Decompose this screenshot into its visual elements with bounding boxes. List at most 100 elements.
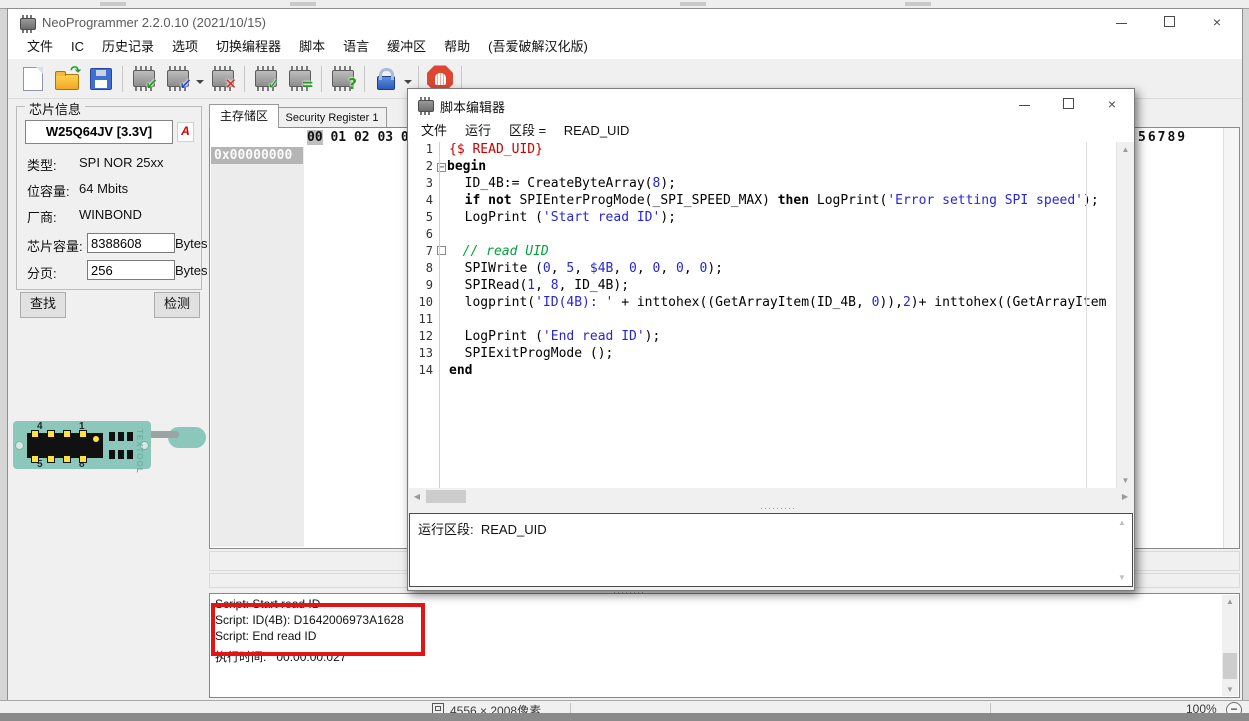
close-button[interactable]: × xyxy=(1197,10,1237,34)
read-chip-button[interactable]: ↙ xyxy=(127,63,161,95)
socket-slot xyxy=(109,432,115,441)
menu-item-3[interactable]: 选项 xyxy=(163,35,207,59)
minimize-button[interactable] xyxy=(1004,92,1044,116)
new-file-button[interactable] xyxy=(16,63,50,95)
scroll-left-icon[interactable]: ◀ xyxy=(411,492,423,501)
code-lines: 1{$ READ_UID}2−begin3 ID_4B:= CreateByte… xyxy=(409,142,1116,380)
menu-item-7[interactable]: 缓冲区 xyxy=(378,35,435,59)
toolbar-separator xyxy=(244,66,245,92)
scroll-up-icon[interactable]: ▲ xyxy=(1222,597,1238,606)
script-editor-title: 脚本编辑器 xyxy=(440,97,505,116)
screen: NeoProgrammer 2.2.0.10 (2021/10/15) × 文件… xyxy=(0,0,1249,721)
compare-chip-button[interactable]: = xyxy=(283,63,317,95)
code-text: SPIRead(1, 8, ID_4B); xyxy=(449,278,629,293)
run-output-panel[interactable]: 运行区段: READ_UID ▲ ▼ xyxy=(409,513,1133,587)
page-unit: Bytes xyxy=(175,263,208,278)
tab-main-memory[interactable]: 主存储区 xyxy=(209,104,279,128)
chip-pin xyxy=(63,455,71,463)
editor-menu-item-2[interactable]: 区段 = xyxy=(500,119,555,142)
socket-slot xyxy=(127,450,133,459)
hex-column-00: 00 xyxy=(307,130,323,145)
code-vertical-scrollbar[interactable]: ▲ ▼ xyxy=(1116,142,1134,488)
tab-security-register-1[interactable]: Security Register 1 xyxy=(277,107,387,128)
editor-splitter-grip[interactable]: ········· xyxy=(760,503,796,513)
verify-chip-button[interactable]: ✓ xyxy=(249,63,283,95)
menu-item-8[interactable]: 帮助 xyxy=(435,35,479,59)
menu-item-6[interactable]: 语言 xyxy=(334,35,378,59)
toolbar-separator xyxy=(321,66,322,92)
menu-item-2[interactable]: 历史记录 xyxy=(93,35,163,59)
minimize-button[interactable] xyxy=(1101,10,1141,34)
background-text-fragment xyxy=(905,2,931,6)
close-button[interactable]: × xyxy=(1092,92,1132,116)
scroll-down-icon[interactable]: ▼ xyxy=(1222,685,1238,694)
vendor-value: WINBOND xyxy=(79,207,142,222)
line-number: 7 xyxy=(409,244,433,258)
erase-chip-button[interactable]: ✕ xyxy=(206,63,240,95)
maximize-button[interactable] xyxy=(1048,92,1088,116)
vendor-label: 厂商: xyxy=(27,207,57,226)
code-text: end xyxy=(449,363,472,378)
open-file-icon: ↷ xyxy=(55,74,79,90)
capacity-input[interactable] xyxy=(87,233,175,253)
editor-menu-item-1[interactable]: 运行 xyxy=(456,119,500,142)
save-file-icon xyxy=(90,68,112,90)
code-editor-area[interactable]: 1{$ READ_UID}2−begin3 ID_4B:= CreateByte… xyxy=(409,142,1116,488)
code-text: if not SPIEnterProgMode(_SPI_SPEED_MAX) … xyxy=(449,193,1099,208)
chip-info-groupbox: 芯片信息 W25Q64JV [3.3V] A 类型: SPI NOR 25xx … xyxy=(16,106,202,290)
log-line-2: Script: End read ID xyxy=(215,629,316,643)
open-file-button[interactable]: ↷ xyxy=(50,63,84,95)
script-editor-title-bar[interactable]: 脚本编辑器 × xyxy=(408,89,1134,119)
pdf-datasheet-icon[interactable]: A xyxy=(177,122,194,142)
line-number: 6 xyxy=(409,227,433,241)
background-window-status-bar: 4556 × 2008像素 100% − xyxy=(0,700,1249,714)
write-chip-button[interactable]: ↙ xyxy=(161,63,195,95)
query-chip-button[interactable]: ? xyxy=(326,63,360,95)
hscroll-thumb[interactable] xyxy=(426,490,466,503)
scroll-down-icon[interactable]: ▼ xyxy=(1116,573,1128,582)
socket-slot xyxy=(109,450,115,459)
write-chip-icon: ↙ xyxy=(167,70,189,87)
erase-chip-icon: ✕ xyxy=(212,70,234,87)
lock-button[interactable] xyxy=(369,63,403,95)
editor-menu-item-0[interactable]: 文件 xyxy=(412,119,456,142)
code-line-8: 8 SPIWrite (0, 5, $4B, 0, 0, 0, 0); xyxy=(409,261,1116,278)
log-panel[interactable]: Script: Start read IDScript: ID(4B): D16… xyxy=(209,593,1240,698)
menu-item-4[interactable]: 切换编程器 xyxy=(207,35,290,59)
menu-item-9[interactable]: (吾爱破解汉化版) xyxy=(479,35,597,59)
chip-name-field[interactable]: W25Q64JV [3.3V] xyxy=(25,120,173,144)
menu-item-1[interactable]: IC xyxy=(62,35,93,59)
line-number: 11 xyxy=(409,312,433,326)
find-button[interactable]: 查找 xyxy=(20,292,66,318)
chip-pin xyxy=(79,455,87,463)
log-vertical-scrollbar[interactable]: ▲ ▼ xyxy=(1222,595,1238,696)
write-dropdown-caret[interactable] xyxy=(196,80,204,88)
code-line-4: 4 if not SPIEnterProgMode(_SPI_SPEED_MAX… xyxy=(409,193,1116,210)
background-text-fragment xyxy=(100,2,126,6)
lock-dropdown-caret[interactable] xyxy=(404,80,412,88)
compare-chip-icon: = xyxy=(289,70,311,87)
scroll-up-icon[interactable]: ▲ xyxy=(1117,145,1134,154)
socket-slot xyxy=(127,432,133,441)
log-scroll-thumb[interactable] xyxy=(1223,653,1237,679)
page-label: 分页: xyxy=(27,263,57,282)
code-line-9: 9 SPIRead(1, 8, ID_4B); xyxy=(409,278,1116,295)
scroll-right-icon[interactable]: ▶ xyxy=(1119,492,1131,501)
scroll-down-icon[interactable]: ▼ xyxy=(1117,476,1134,485)
code-line-10: 10 logprint('ID(4B): ' + inttohex((GetAr… xyxy=(409,295,1116,312)
detect-button[interactable]: 检测 xyxy=(154,292,200,318)
gutter-separator-line xyxy=(439,142,440,488)
scroll-up-icon[interactable]: ▲ xyxy=(1116,518,1128,527)
hex-vertical-scrollbar[interactable] xyxy=(1223,128,1239,548)
title-bar[interactable]: NeoProgrammer 2.2.0.10 (2021/10/15) × xyxy=(8,9,1242,35)
bits-label: 位容量: xyxy=(27,181,70,200)
maximize-button[interactable] xyxy=(1149,10,1189,34)
save-file-button[interactable] xyxy=(84,63,118,95)
page-size-input[interactable] xyxy=(87,260,175,280)
section-value[interactable]: READ_UID xyxy=(564,123,630,138)
menu-item-5[interactable]: 脚本 xyxy=(290,35,334,59)
line-number: 2 xyxy=(409,159,433,173)
code-text: // read UID xyxy=(447,244,549,259)
toolbar-separator xyxy=(122,66,123,92)
menu-item-0[interactable]: 文件 xyxy=(18,35,62,59)
